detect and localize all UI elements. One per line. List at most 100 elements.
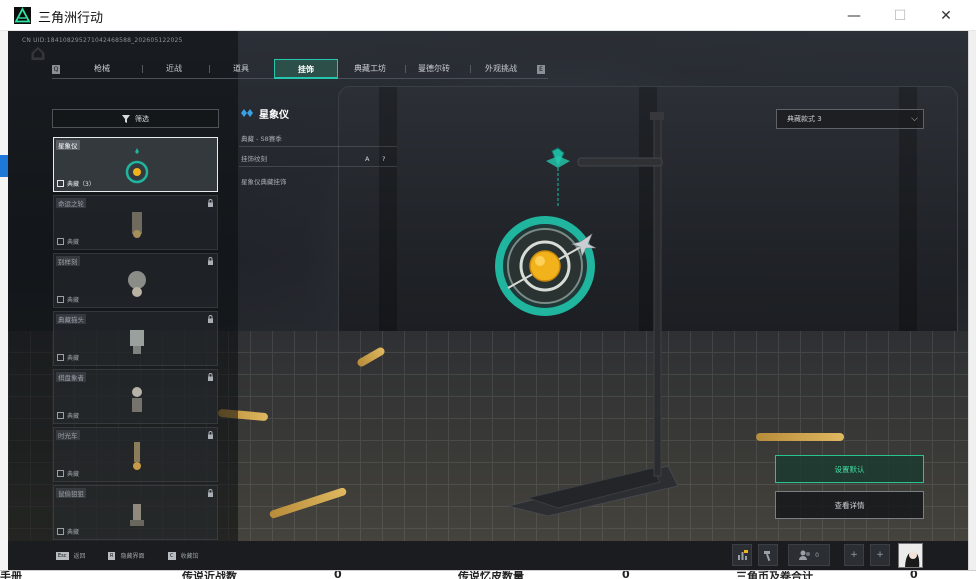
rarity-icon bbox=[57, 470, 64, 477]
charm-thumbnail bbox=[130, 504, 144, 526]
hint-collection[interactable]: C 收藏馆 bbox=[168, 551, 199, 560]
style-select-value: 典藏款式 3 bbox=[787, 115, 822, 123]
charm-name: 命运之轮 bbox=[56, 198, 86, 208]
add-button[interactable]: + bbox=[844, 544, 864, 566]
charm-list-item[interactable]: 命运之轮 典藏 bbox=[53, 195, 218, 250]
charm-rarity-label: 典藏 bbox=[67, 529, 80, 536]
sheet-cell: 传说近战数 bbox=[182, 570, 237, 579]
charm-rarity-label: 典藏 bbox=[67, 471, 80, 478]
lock-icon bbox=[208, 257, 213, 265]
charm-rarity-label: 典藏 bbox=[67, 355, 80, 362]
sheet-cell: 0 bbox=[622, 570, 630, 579]
charm-rarity: 典藏 bbox=[57, 469, 79, 478]
charm-thumbnail bbox=[132, 387, 142, 412]
sheet-cell: 0 bbox=[334, 570, 342, 579]
game-viewport: ⌂ CN UID:184108295271042468588_202605122… bbox=[8, 31, 968, 541]
charm-thumbnail bbox=[130, 330, 144, 354]
plus-icon: + bbox=[850, 550, 858, 560]
charm-list-item[interactable]: 典藏猫头 典藏 bbox=[53, 311, 218, 366]
charm-list-item[interactable]: 棋盘象者 典藏 bbox=[53, 369, 218, 424]
hint-label: 收藏馆 bbox=[180, 553, 199, 560]
player-uid: CN UID:184108295271042468588_2026051220​… bbox=[22, 37, 183, 44]
charm-rarity: 典藏 bbox=[57, 295, 79, 304]
diamond-cluster-icon bbox=[241, 109, 253, 117]
charm-list-item[interactable]: 别样刻 典藏 bbox=[53, 253, 218, 308]
engraving-value[interactable]: A bbox=[365, 151, 369, 167]
app-logo-icon bbox=[14, 7, 31, 24]
filter-icon bbox=[122, 114, 130, 123]
rarity-icon bbox=[57, 354, 64, 361]
charm-thumbnail bbox=[125, 148, 149, 184]
charm-thumbnail bbox=[132, 212, 142, 238]
charm-rarity-label: 典藏 bbox=[67, 297, 80, 304]
rarity-icon bbox=[57, 528, 64, 535]
plus-icon: + bbox=[876, 550, 884, 560]
faded-game-logo: ⌂ bbox=[30, 41, 46, 66]
charm-rarity-label: 典藏（3） bbox=[67, 181, 95, 188]
tab-mandel-brick[interactable]: 曼德尔砖 bbox=[402, 59, 466, 79]
hint-back[interactable]: Esc 返回 bbox=[56, 551, 86, 560]
friends-button[interactable]: 0 bbox=[788, 544, 830, 566]
view-details-button[interactable]: 查看详情 bbox=[775, 491, 924, 519]
chevron-down-icon: ⌵ bbox=[911, 114, 918, 124]
friends-count: 0 bbox=[815, 551, 819, 559]
rarity-icon bbox=[57, 412, 64, 419]
charm-rarity: 典藏（3） bbox=[57, 179, 95, 188]
lock-icon bbox=[208, 199, 213, 207]
background-spreadsheet-row: 手册 传说近战数 0 传说忆皮数量 0 三角币及卷合计 0 bbox=[0, 570, 976, 579]
charm-rarity: 典藏 bbox=[57, 353, 79, 362]
add-button[interactable]: + bbox=[870, 544, 890, 566]
background-app-edge bbox=[0, 31, 8, 579]
charm-rarity: 典藏 bbox=[57, 411, 79, 420]
window-title: 三角洲行动 bbox=[38, 11, 104, 26]
avatar-image bbox=[899, 544, 922, 567]
tab-charms[interactable]: 挂饰 bbox=[274, 59, 338, 79]
maximize-button[interactable]: ☐ bbox=[877, 0, 923, 31]
next-tab-key-hint: E bbox=[537, 65, 545, 74]
charm-list-item[interactable]: 鼠偷狙狙 典藏 bbox=[53, 485, 218, 540]
lock-icon bbox=[208, 489, 213, 497]
tab-appearance-challenge[interactable]: 外观挑战 bbox=[466, 59, 536, 79]
key-badge: C bbox=[168, 551, 176, 560]
charm-preview-model bbox=[495, 112, 679, 516]
lock-icon bbox=[208, 373, 213, 381]
charm-thumbnail bbox=[133, 442, 141, 470]
charm-list-item[interactable]: 时光车 典藏 bbox=[53, 427, 218, 482]
filter-button[interactable]: 筛选 bbox=[52, 109, 219, 128]
charm-rarity-label: 典藏 bbox=[67, 239, 80, 246]
hint-hide-ui[interactable]: R 隐藏界面 bbox=[108, 551, 145, 560]
tab-props[interactable]: 道具 bbox=[210, 59, 272, 79]
charm-list-item[interactable]: 星象仪 典藏（3） bbox=[53, 137, 218, 192]
sheet-cell: 手册 bbox=[0, 570, 22, 579]
tab-guns[interactable]: 枪械 bbox=[70, 59, 134, 79]
charm-name: 星象仪 bbox=[56, 140, 80, 150]
stats-button[interactable] bbox=[732, 544, 752, 566]
charm-description: 星象仪典藏挂饰 bbox=[241, 178, 287, 186]
sheet-cell: 0 bbox=[910, 570, 918, 579]
tab-melee[interactable]: 近战 bbox=[142, 59, 206, 79]
close-button[interactable]: ✕ bbox=[923, 0, 969, 31]
style-select[interactable]: 典藏款式 3 ⌵ bbox=[776, 109, 924, 129]
hammer-button[interactable] bbox=[758, 544, 778, 566]
charm-rarity: 典藏 bbox=[57, 237, 79, 246]
friends-icon bbox=[799, 550, 811, 560]
title-bar: 三角洲行动 — ☐ ✕ bbox=[0, 0, 976, 31]
charm-season: 典藏 - S8赛季 bbox=[239, 131, 397, 147]
bar-chart-icon bbox=[737, 550, 748, 560]
charm-info-header: 星象仪 bbox=[240, 105, 289, 121]
set-default-button[interactable]: 设置默认 bbox=[775, 455, 924, 483]
minimize-button[interactable]: — bbox=[831, 0, 877, 31]
background-app-highlight bbox=[0, 155, 8, 177]
avatar[interactable] bbox=[898, 543, 923, 568]
rarity-icon bbox=[57, 296, 64, 303]
scene-bullet bbox=[756, 433, 844, 441]
charm-name: 鼠偷狙狙 bbox=[56, 488, 86, 498]
background-app-scroll-edge bbox=[968, 31, 976, 570]
hint-label: 返回 bbox=[73, 553, 86, 560]
charm-name: 典藏猫头 bbox=[56, 314, 86, 324]
charm-name: 时光车 bbox=[56, 430, 80, 440]
key-badge: Esc bbox=[56, 551, 69, 560]
help-icon[interactable]: ? bbox=[382, 151, 385, 167]
tab-workshop[interactable]: 典藏工坊 bbox=[338, 59, 402, 79]
charm-thumbnail bbox=[128, 271, 146, 297]
